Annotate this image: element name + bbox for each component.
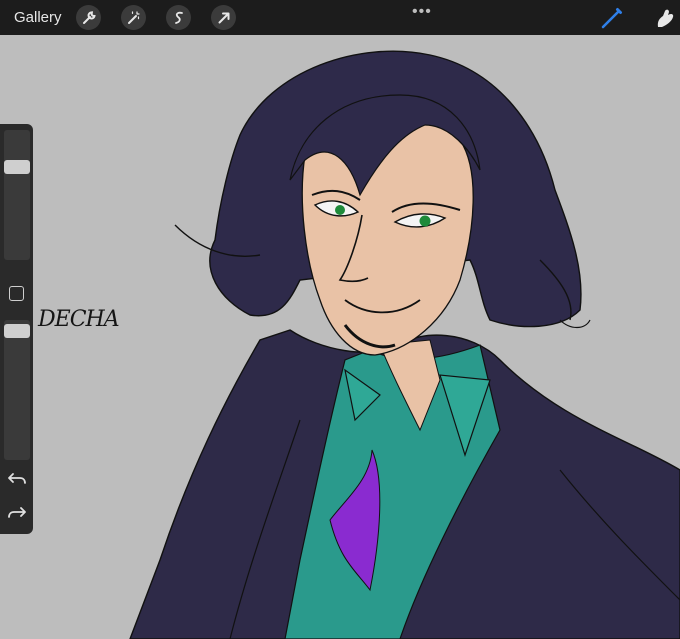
opacity-handle[interactable] (4, 324, 30, 338)
adjustments-button[interactable] (121, 5, 146, 30)
brush-size-handle[interactable] (4, 160, 30, 174)
wrench-icon (82, 10, 96, 24)
brush-size-slider[interactable] (4, 130, 30, 260)
undo-icon (8, 473, 26, 484)
brush-button[interactable] (599, 5, 625, 31)
undo-button[interactable] (6, 471, 28, 489)
opacity-slider[interactable] (4, 320, 30, 460)
artwork (129, 50, 680, 639)
selection-icon (174, 11, 183, 24)
redo-icon (8, 507, 26, 518)
actions-button[interactable] (76, 5, 101, 30)
transform-arrow-icon (218, 12, 229, 23)
left-sidebar (0, 124, 33, 534)
drawing-canvas[interactable]: DECHA (0, 35, 680, 639)
top-toolbar: Gallery ••• (0, 0, 680, 35)
smudge-icon (657, 9, 674, 27)
smudge-button[interactable] (652, 5, 678, 31)
more-options-button[interactable]: ••• (412, 3, 432, 21)
gallery-button[interactable]: Gallery (14, 9, 62, 26)
redo-button[interactable] (6, 505, 28, 523)
selection-button[interactable] (166, 5, 191, 30)
magic-wand-icon (127, 10, 140, 24)
brush-icon (601, 8, 622, 29)
square-icon[interactable] (9, 286, 24, 301)
transform-button[interactable] (211, 5, 236, 30)
signature: DECHA (38, 307, 120, 332)
